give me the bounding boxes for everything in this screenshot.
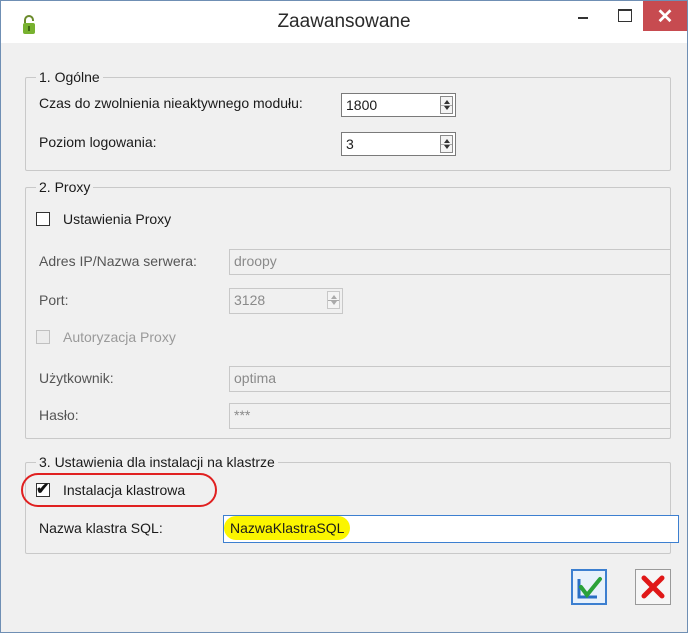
minimize-button[interactable]	[561, 1, 607, 31]
proxy-user-input[interactable]: optima	[229, 366, 671, 392]
close-icon: ✕	[656, 6, 674, 28]
check-icon: ✔	[36, 481, 50, 498]
proxy-settings-label: Ustawienia Proxy	[63, 211, 172, 227]
proxy-settings-checkbox[interactable]	[36, 212, 50, 226]
proxy-user-value: optima	[234, 370, 277, 386]
log-level-input[interactable]: 3	[341, 132, 456, 156]
general-legend: 1. Ogólne	[36, 69, 103, 85]
general-group: 1. Ogólne	[25, 69, 671, 171]
proxy-user-label: Użytkownik:	[39, 370, 114, 386]
close-button[interactable]: ✕	[643, 1, 687, 31]
proxy-port-input[interactable]: 3128	[229, 288, 343, 314]
proxy-legend: 2. Proxy	[36, 179, 94, 195]
ok-button[interactable]	[571, 569, 607, 605]
timeout-spinner-icon[interactable]	[440, 96, 453, 114]
proxy-port-value: 3128	[234, 292, 266, 308]
proxy-port-label: Port:	[39, 292, 69, 308]
proxy-password-value: ***	[234, 407, 251, 423]
log-level-spinner-icon[interactable]	[440, 135, 453, 153]
cluster-install-label: Instalacja klastrowa	[63, 482, 186, 498]
proxy-port-spinner-icon[interactable]	[327, 291, 340, 309]
cluster-sql-value: NazwaKlastraSQL	[224, 516, 351, 540]
minimize-icon	[578, 17, 588, 19]
title-bar[interactable]: Zaawansowane ✕	[1, 1, 687, 43]
proxy-auth-checkbox[interactable]	[36, 330, 50, 344]
proxy-address-value: droopy	[234, 253, 277, 269]
cluster-install-checkbox[interactable]: ✔	[36, 481, 50, 498]
proxy-address-input[interactable]: droopy	[229, 249, 671, 275]
cancel-x-icon	[641, 575, 665, 599]
dialog-window: Zaawansowane ✕ 1. Ogólne Czas do zwolnie…	[0, 0, 688, 633]
cluster-sql-label: Nazwa klastra SQL:	[39, 520, 163, 536]
proxy-address-label: Adres IP/Nazwa serwera:	[39, 253, 197, 269]
timeout-input[interactable]: 1800	[341, 93, 456, 117]
log-level-value: 3	[346, 136, 354, 152]
timeout-label: Czas do zwolnienia nieaktywnego modułu:	[39, 95, 303, 111]
proxy-password-input[interactable]: ***	[229, 403, 671, 429]
log-level-label: Poziom logowania:	[39, 134, 157, 150]
proxy-auth-label: Autoryzacja Proxy	[63, 329, 176, 345]
cancel-button[interactable]	[635, 569, 671, 605]
cluster-sql-input[interactable]: NazwaKlastraSQL	[223, 515, 679, 543]
timeout-value: 1800	[346, 97, 378, 113]
save-check-icon	[577, 577, 602, 599]
proxy-password-label: Hasło:	[39, 407, 79, 423]
cluster-legend: 3. Ustawienia dla instalacji na klastrze	[36, 454, 278, 470]
maximize-icon	[618, 9, 632, 22]
